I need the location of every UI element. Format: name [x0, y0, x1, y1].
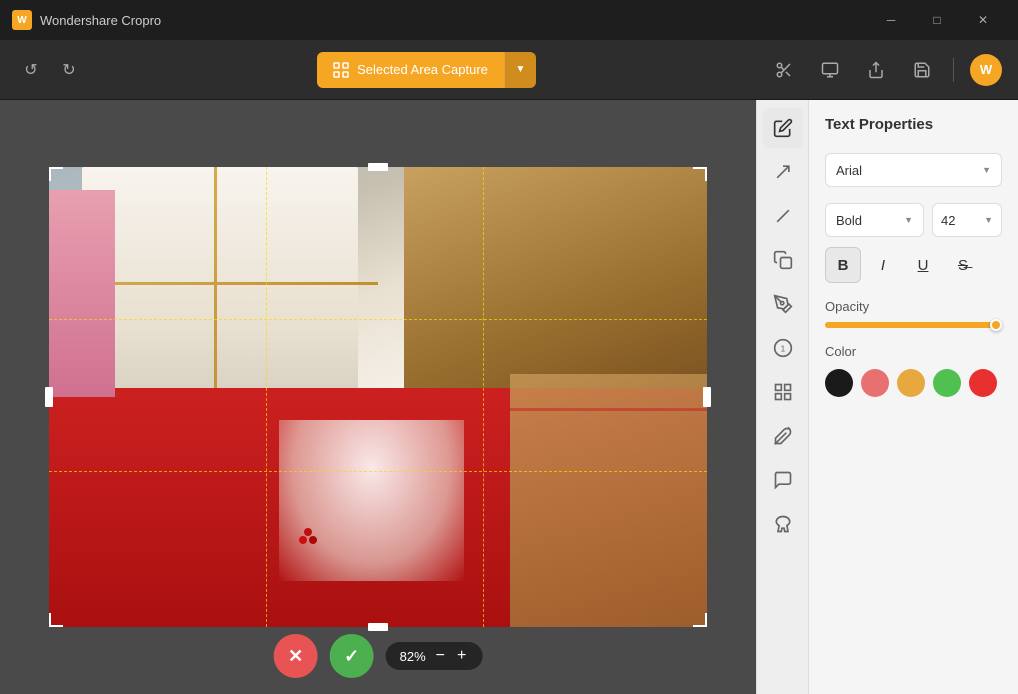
save-icon — [913, 61, 931, 79]
gift-image — [49, 167, 707, 627]
format-underline-button[interactable]: U — [905, 247, 941, 283]
panel-title: Text Properties — [825, 116, 1002, 133]
color-swatch-green[interactable] — [933, 369, 961, 397]
format-buttons-row: B I U S̶ — [825, 247, 1002, 283]
right-panel: 1 — [756, 100, 1018, 694]
numbered-tool-icon: 1 — [773, 338, 793, 358]
cancel-button[interactable]: ✕ — [274, 634, 318, 678]
tool-pencil[interactable] — [763, 284, 803, 324]
font-style-size-row: Bold ▼ 42 ▼ — [825, 203, 1002, 237]
color-swatches — [825, 369, 1002, 397]
format-italic-button[interactable]: I — [865, 247, 901, 283]
image-container — [49, 167, 707, 627]
capture-button-label: Selected Area Capture — [357, 62, 488, 77]
avatar[interactable]: W — [970, 54, 1002, 86]
canvas-area: ✕ ✓ 82% − + — [0, 100, 756, 694]
tool-copy[interactable] — [763, 240, 803, 280]
font-size-dropdown[interactable]: 42 ▼ — [932, 203, 1002, 237]
font-size-value: 42 — [941, 213, 955, 228]
font-style-chevron: ▼ — [904, 215, 913, 225]
maximize-button[interactable]: □ — [914, 0, 960, 40]
format-strikethrough-button[interactable]: S̶ — [945, 247, 981, 283]
speech-bubble-icon — [773, 470, 793, 490]
zoom-level: 82% — [400, 649, 426, 664]
format-bold-button[interactable]: B — [825, 247, 861, 283]
tool-lasso[interactable] — [763, 504, 803, 544]
color-swatch-pink[interactable] — [861, 369, 889, 397]
title-bar-left: W Wondershare Cropro — [12, 10, 161, 30]
copy-tool-icon — [773, 250, 793, 270]
font-family-chevron: ▼ — [982, 165, 991, 175]
line-tool-icon — [773, 206, 793, 226]
zoom-out-button[interactable]: − — [434, 648, 447, 664]
share-button[interactable] — [861, 55, 891, 85]
color-swatch-orange[interactable] — [897, 369, 925, 397]
scissors-button[interactable] — [769, 55, 799, 85]
tool-line[interactable] — [763, 196, 803, 236]
capture-button-main[interactable]: Selected Area Capture — [317, 62, 504, 78]
capture-icon — [333, 62, 349, 78]
title-bar: W Wondershare Cropro ─ □ ✕ — [0, 0, 1018, 40]
capture-dropdown-arrow[interactable]: ▼ — [504, 52, 536, 88]
zoom-in-button[interactable]: + — [455, 648, 468, 664]
font-style-dropdown[interactable]: Bold ▼ — [825, 203, 924, 237]
lasso-tool-icon — [773, 514, 793, 534]
properties-panel: Text Properties Arial ▼ Bold ▼ 42 ▼ — [809, 100, 1018, 694]
scissors-icon — [775, 61, 793, 79]
opacity-slider[interactable] — [825, 322, 1002, 328]
color-label: Color — [825, 344, 1002, 359]
arrow-tool-icon — [773, 162, 793, 182]
font-size-chevron: ▼ — [984, 215, 993, 225]
opacity-label: Opacity — [825, 299, 1002, 314]
save-button[interactable] — [907, 55, 937, 85]
tool-text[interactable] — [763, 108, 803, 148]
font-style-value: Bold — [836, 213, 862, 228]
monitor-button[interactable] — [815, 55, 845, 85]
font-family-value: Arial — [836, 163, 862, 178]
bottom-controls: ✕ ✓ 82% − + — [274, 634, 483, 678]
opacity-thumb[interactable] — [990, 319, 1002, 331]
toolbar: ↺ ↻ Selected Area Capture ▼ — [0, 40, 1018, 100]
tool-numbered[interactable]: 1 — [763, 328, 803, 368]
tool-color-picker[interactable] — [763, 416, 803, 456]
color-swatch-red[interactable] — [969, 369, 997, 397]
tool-mosaic[interactable] — [763, 372, 803, 412]
share-icon — [867, 61, 885, 79]
color-swatch-black[interactable] — [825, 369, 853, 397]
undo-button[interactable]: ↺ — [16, 55, 46, 85]
app-logo: W — [12, 10, 32, 30]
confirm-button[interactable]: ✓ — [330, 634, 374, 678]
toolbar-right: W — [769, 54, 1002, 86]
svg-text:1: 1 — [780, 343, 785, 353]
font-family-section: Arial ▼ — [825, 153, 1002, 187]
tool-arrow[interactable] — [763, 152, 803, 192]
monitor-icon — [821, 61, 839, 79]
zoom-control: 82% − + — [386, 642, 483, 670]
text-tool-icon — [773, 118, 793, 138]
window-controls: ─ □ ✕ — [868, 0, 1006, 40]
color-section: Color — [825, 344, 1002, 397]
minimize-button[interactable]: ─ — [868, 0, 914, 40]
tool-sidebar: 1 — [757, 100, 809, 694]
toolbar-divider — [953, 58, 954, 82]
close-button[interactable]: ✕ — [960, 0, 1006, 40]
capture-button[interactable]: Selected Area Capture ▼ — [317, 52, 536, 88]
app-title: Wondershare Cropro — [40, 13, 161, 28]
toolbar-left: ↺ ↻ — [16, 55, 84, 85]
pencil-tool-icon — [773, 294, 793, 314]
opacity-fill — [825, 322, 993, 328]
opacity-section: Opacity — [825, 299, 1002, 328]
mosaic-tool-icon — [773, 382, 793, 402]
tool-speech-bubble[interactable] — [763, 460, 803, 500]
main-content: ✕ ✓ 82% − + — [0, 100, 1018, 694]
color-picker-icon — [773, 426, 793, 446]
redo-button[interactable]: ↻ — [54, 55, 84, 85]
font-family-dropdown[interactable]: Arial ▼ — [825, 153, 1002, 187]
